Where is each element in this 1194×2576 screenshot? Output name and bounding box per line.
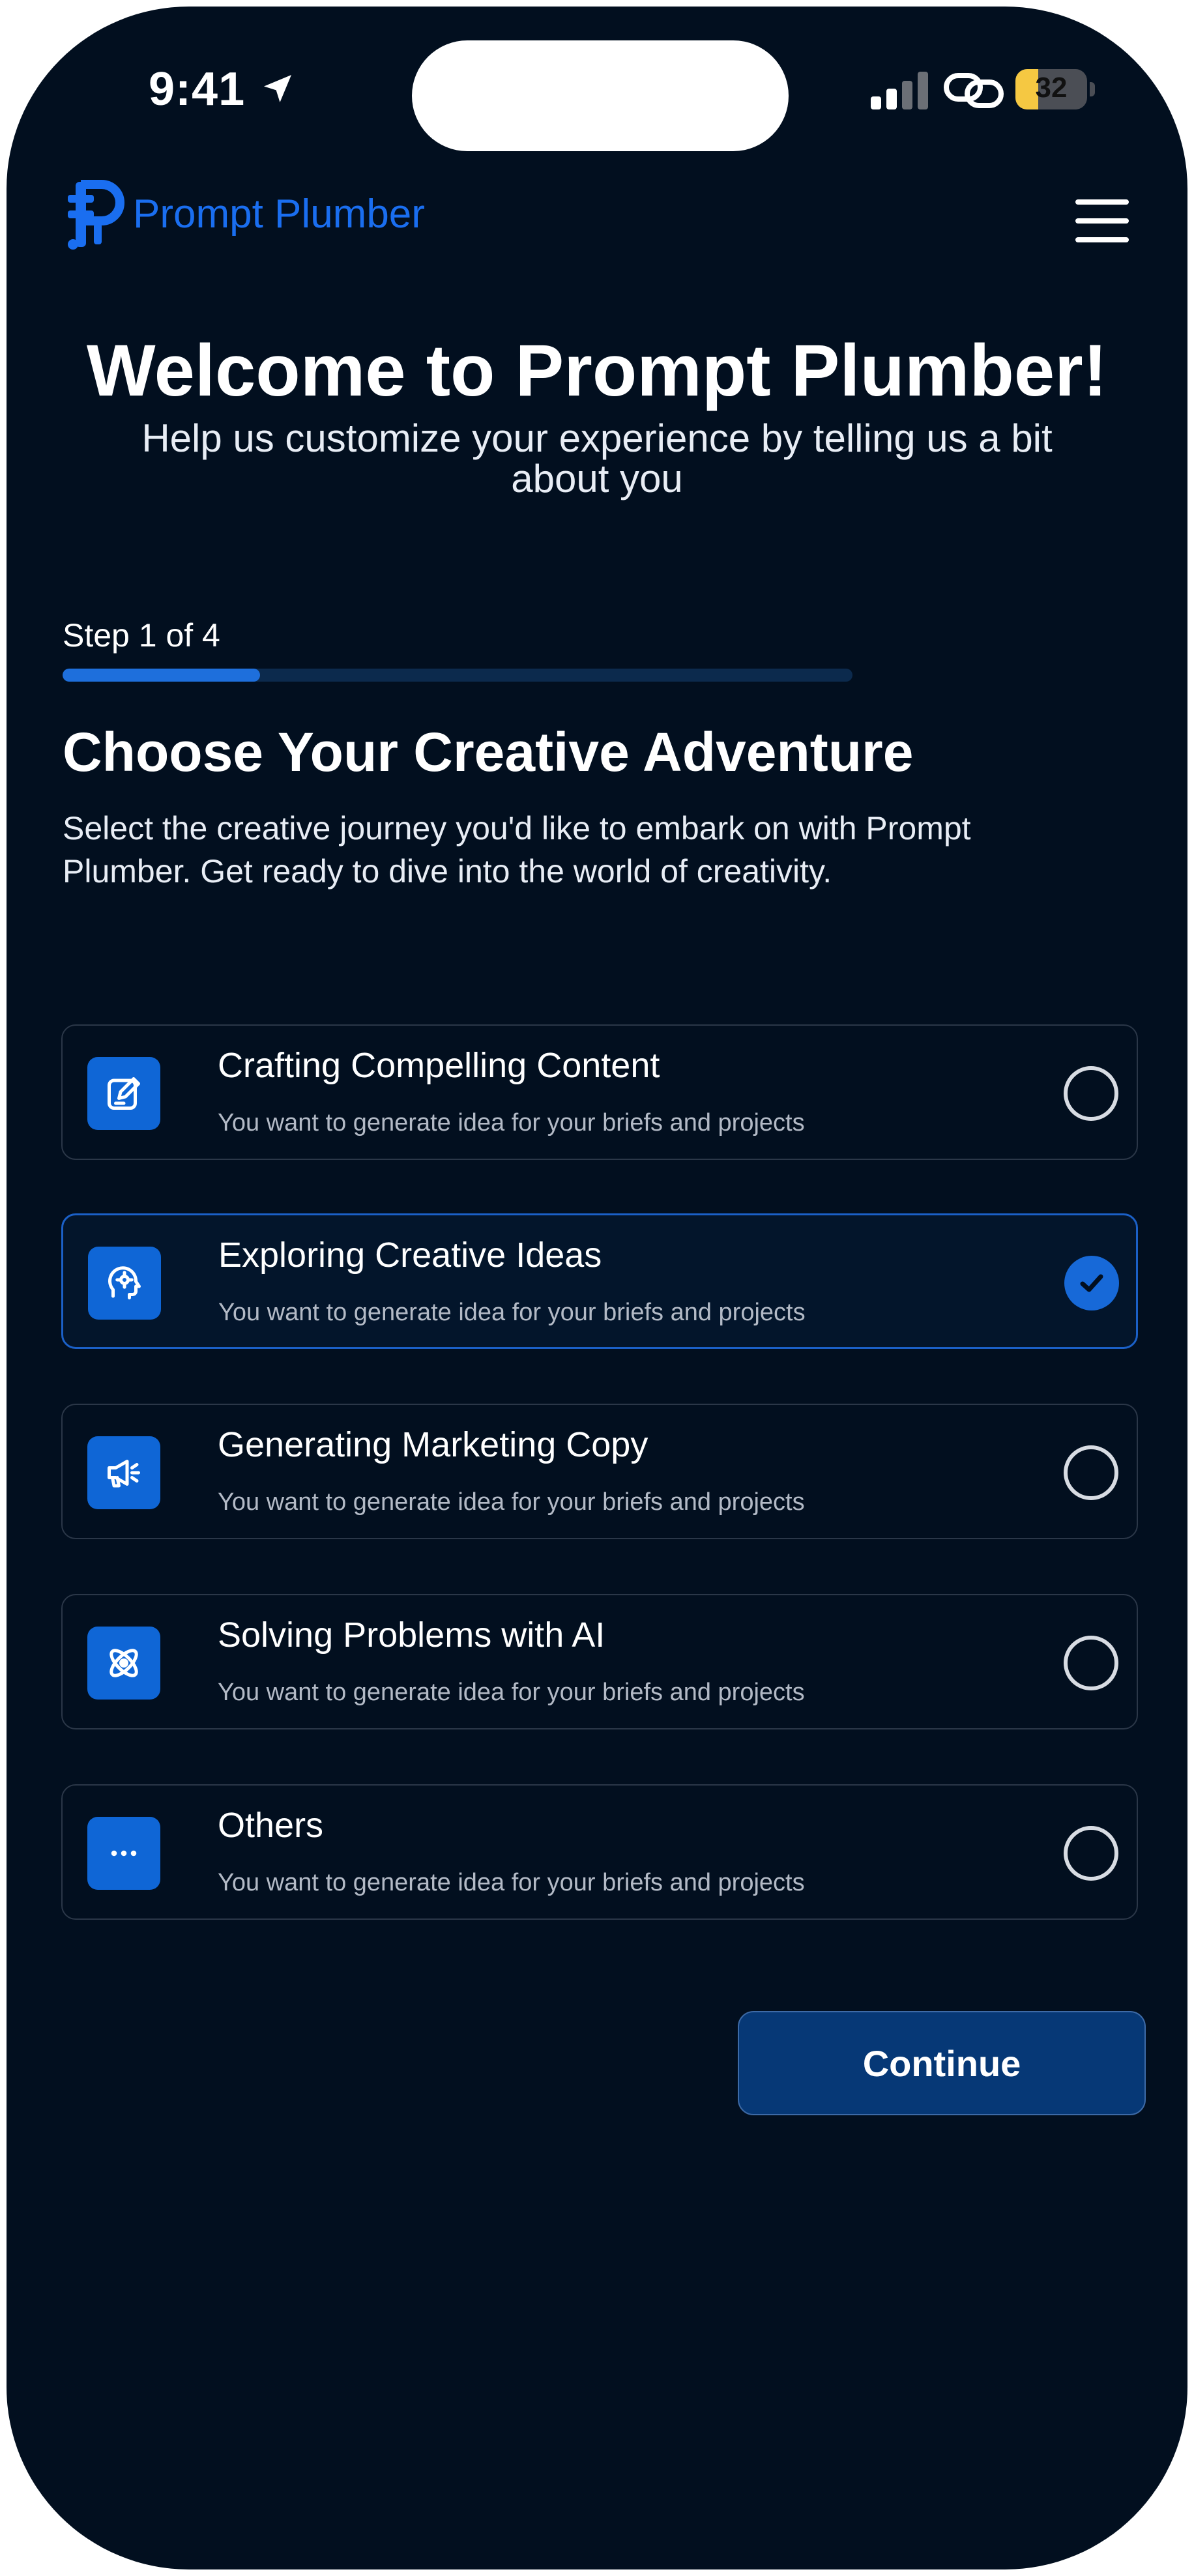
brand-logo[interactable]: Prompt Plumber — [63, 168, 425, 259]
option-solving-problems[interactable]: Solving Problems with AI You want to gen… — [61, 1594, 1138, 1729]
radio-unchecked[interactable] — [1064, 1826, 1118, 1881]
radio-unchecked[interactable] — [1064, 1066, 1118, 1121]
location-arrow-icon — [264, 75, 291, 102]
page-title: Welcome to Prompt Plumber! — [86, 330, 1108, 411]
battery-icon: 32 — [1015, 69, 1087, 109]
more-dots-icon — [87, 1817, 160, 1890]
option-title: Others — [218, 1806, 324, 1845]
option-title: Exploring Creative Ideas — [218, 1236, 602, 1275]
check-icon — [1080, 1274, 1103, 1292]
option-description: You want to generate idea for your brief… — [218, 1679, 805, 1706]
radio-checked[interactable] — [1064, 1256, 1119, 1310]
step-progress-fill — [63, 669, 260, 682]
section-title: Choose Your Creative Adventure — [63, 721, 914, 783]
continue-button[interactable]: Continue — [738, 2011, 1146, 2115]
option-exploring-ideas[interactable]: Exploring Creative Ideas You want to gen… — [61, 1213, 1138, 1349]
link-icon — [944, 73, 1004, 108]
option-description: You want to generate idea for your brief… — [218, 1299, 806, 1326]
step-progress-bar — [63, 669, 852, 682]
atom-icon — [87, 1627, 160, 1700]
option-title: Crafting Compelling Content — [218, 1046, 660, 1085]
radio-unchecked[interactable] — [1064, 1445, 1118, 1500]
status-time: 9:41 — [149, 63, 246, 115]
option-title: Solving Problems with AI — [218, 1615, 605, 1655]
edit-note-icon — [87, 1057, 160, 1130]
step-label: Step 1 of 4 — [63, 617, 220, 654]
page-subtitle: Help us customize your experience by tel… — [141, 416, 1053, 500]
cellular-signal-icon — [871, 72, 928, 109]
battery-percent: 32 — [1035, 72, 1068, 104]
option-description: You want to generate idea for your brief… — [218, 1109, 805, 1136]
battery-tip — [1090, 82, 1095, 96]
option-marketing-copy[interactable]: Generating Marketing Copy You want to ge… — [61, 1404, 1138, 1539]
option-title: Generating Marketing Copy — [218, 1425, 648, 1464]
pipe-logo-icon — [68, 180, 124, 250]
megaphone-icon — [87, 1436, 160, 1509]
option-description: You want to generate idea for your brief… — [218, 1869, 805, 1896]
dynamic-island — [412, 40, 789, 151]
option-others[interactable]: Others You want to generate idea for you… — [61, 1784, 1138, 1920]
phone-screen: 9:41 32 Prompt Plumber Welcome to Prompt… — [7, 7, 1187, 2569]
head-gear-icon — [88, 1247, 161, 1320]
radio-unchecked[interactable] — [1064, 1636, 1118, 1690]
brand-name: Prompt Plumber — [133, 191, 425, 237]
option-crafting-content[interactable]: Crafting Compelling Content You want to … — [61, 1024, 1138, 1160]
section-description: Select the creative journey you'd like t… — [63, 810, 971, 890]
hamburger-menu-icon[interactable] — [1075, 199, 1129, 242]
option-description: You want to generate idea for your brief… — [218, 1488, 805, 1516]
